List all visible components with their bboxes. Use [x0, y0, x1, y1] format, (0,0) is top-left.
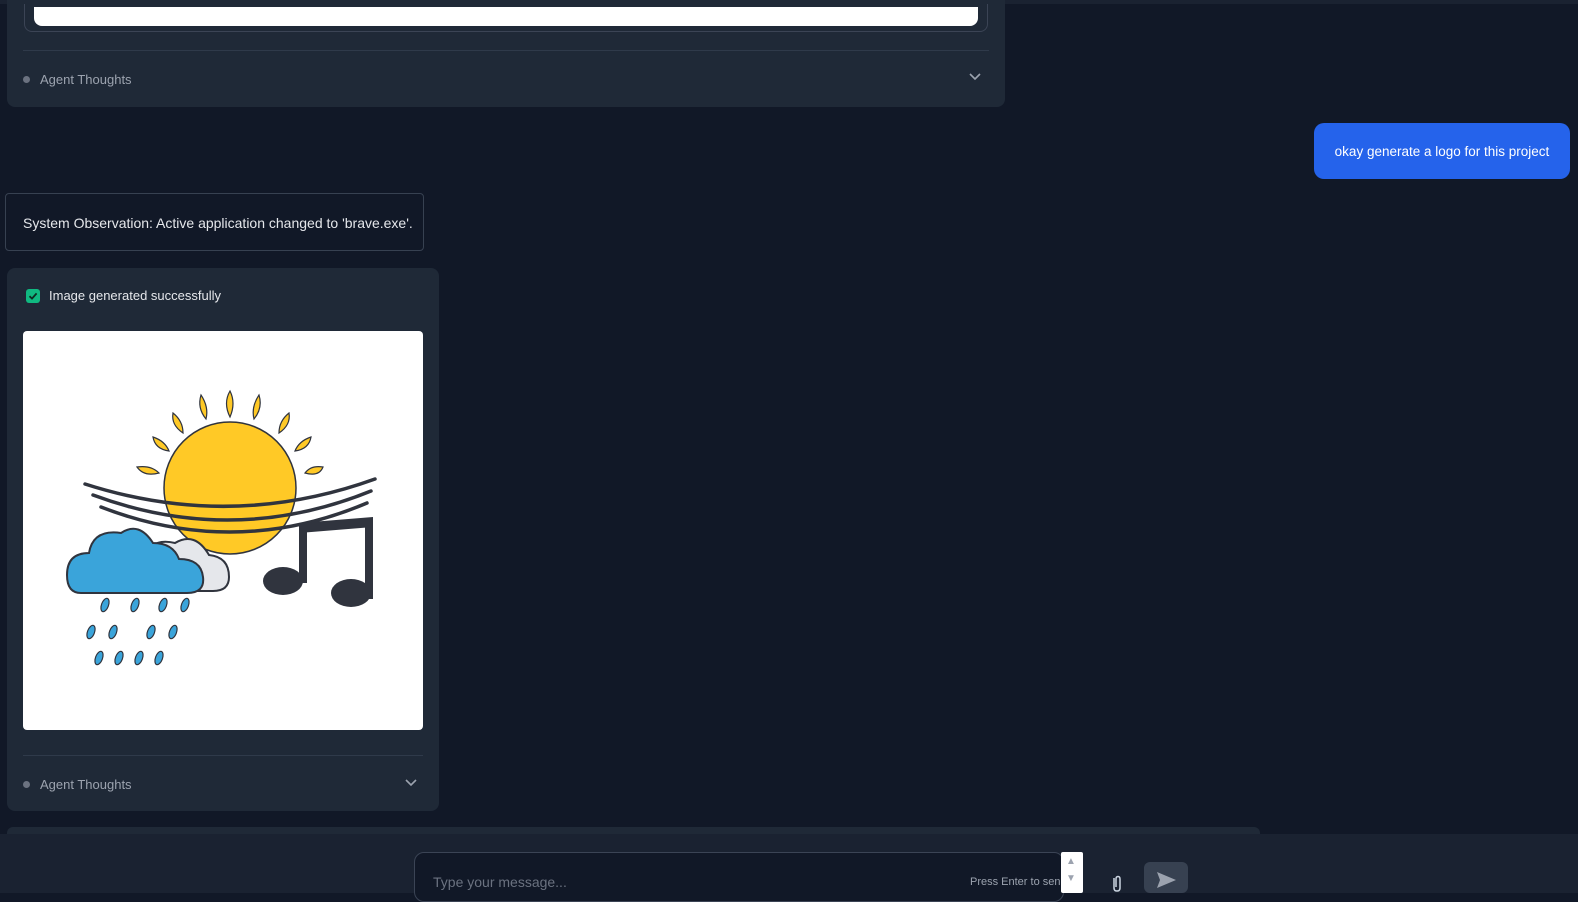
sun — [163, 421, 297, 555]
sun-ray — [278, 411, 290, 435]
agent-thoughts-toggle[interactable]: Agent Thoughts — [40, 72, 132, 87]
previous-output-frame — [24, 4, 988, 32]
check-icon — [26, 289, 40, 303]
sun-ray — [303, 466, 324, 475]
input-scrollbar[interactable]: ▲ ▼ — [1061, 852, 1083, 893]
scroll-down-icon[interactable]: ▼ — [1066, 873, 1076, 884]
sun-ray — [152, 436, 170, 452]
divider — [23, 50, 989, 51]
bottom-card-edge — [7, 827, 1260, 834]
system-observation: System Observation: Active application c… — [5, 193, 424, 251]
chevron-down-icon[interactable] — [404, 776, 418, 791]
send-icon — [1157, 872, 1176, 888]
previous-output-field[interactable] — [34, 7, 978, 26]
sun-ray — [294, 436, 312, 452]
sun-ray — [172, 411, 184, 435]
cloud-blue — [65, 527, 205, 594]
user-message-text: okay generate a logo for this project — [1334, 143, 1550, 159]
sun-ray — [199, 393, 208, 421]
sun-ray — [135, 466, 161, 475]
sun-ray — [252, 393, 261, 421]
user-message-bubble: okay generate a logo for this project — [1314, 123, 1570, 179]
send-button[interactable] — [1144, 862, 1188, 893]
status-dot — [23, 781, 30, 788]
attach-button[interactable] — [1108, 874, 1126, 893]
status-text: Image generated successfully — [49, 288, 221, 303]
chevron-down-icon[interactable] — [968, 70, 982, 85]
status-dot — [23, 76, 30, 83]
logo-graphic — [65, 389, 377, 666]
message-input[interactable] — [414, 852, 1064, 902]
sun-ray — [225, 389, 234, 419]
paperclip-icon — [1113, 875, 1121, 892]
divider — [23, 755, 423, 756]
scroll-up-icon[interactable]: ▲ — [1066, 856, 1076, 867]
send-hint: Press Enter to send — [970, 876, 1067, 888]
system-observation-text: System Observation: Active application c… — [23, 215, 413, 231]
agent-thoughts-toggle[interactable]: Agent Thoughts — [40, 777, 132, 792]
generated-logo-image[interactable] — [23, 331, 423, 730]
